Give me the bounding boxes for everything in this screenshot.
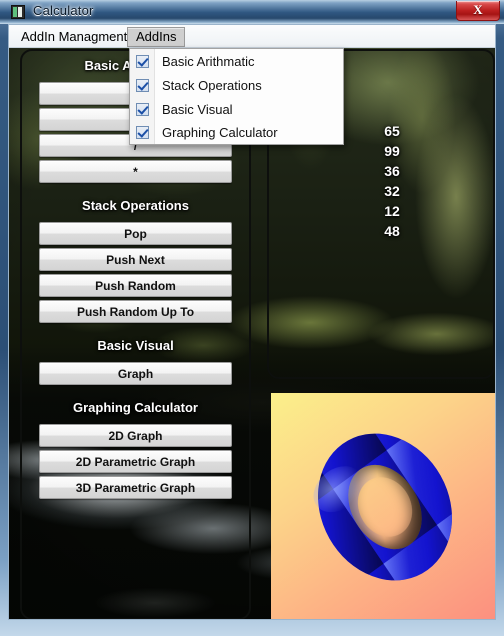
application-window: Calculator X Basic / * Stack Operations … [0, 0, 504, 636]
3d-torus-render-panel [271, 393, 495, 619]
button-2d-graph[interactable]: 2D Graph [39, 424, 232, 447]
section-heading-graphing-calculator: Graphing Calculator [73, 400, 198, 415]
window-frame: Calculator X Basic / * Stack Operations … [0, 0, 504, 636]
menu-item-basic-visual[interactable]: Basic Visual [130, 98, 343, 122]
checkbox-checked-icon[interactable] [136, 126, 149, 139]
stack-value: 36 [384, 163, 400, 179]
button-push-next[interactable]: Push Next [39, 248, 232, 271]
section-heading-stack-operations: Stack Operations [82, 198, 189, 213]
stack-value: 12 [384, 203, 400, 219]
button-graph[interactable]: Graph [39, 362, 232, 385]
app-icon [11, 5, 25, 19]
menu-item-graphing-calculator[interactable]: Graphing Calculator [130, 121, 343, 145]
button-3d-parametric-graph[interactable]: 3D Parametric Graph [39, 476, 232, 499]
checkbox-checked-icon[interactable] [136, 79, 149, 92]
torus-shape [281, 399, 489, 614]
stack-value: 99 [384, 143, 400, 159]
button-push-random-up-to[interactable]: Push Random Up To [39, 300, 232, 323]
menu-item-stack-operations[interactable]: Stack Operations [130, 74, 343, 98]
stack-value: 48 [384, 223, 400, 239]
button-2d-parametric-graph[interactable]: 2D Parametric Graph [39, 450, 232, 473]
section-heading-basic-visual: Basic Visual [97, 338, 174, 353]
menu-addin-managment[interactable]: AddIn Managment [13, 27, 135, 47]
addins-dropdown-menu: Basic Arithmatic Stack Operations Basic … [129, 48, 344, 145]
menu-item-label: Graphing Calculator [162, 125, 278, 140]
button-multiply[interactable]: * [39, 160, 232, 183]
menu-bar: AddIn Managment AddIns [9, 25, 495, 48]
menu-item-label: Stack Operations [162, 78, 262, 93]
button-pop[interactable]: Pop [39, 222, 232, 245]
stack-values-list: 65 99 36 32 12 48 [371, 121, 413, 241]
menu-item-label: Basic Arithmatic [162, 54, 255, 69]
window-title: Calculator [33, 3, 94, 18]
close-button[interactable]: X [456, 1, 500, 21]
client-area: Basic Arithmatic + - / * Stack Operation… [8, 24, 496, 620]
stack-value: 65 [384, 123, 400, 139]
title-bar[interactable]: Calculator X [0, 0, 504, 24]
checkbox-checked-icon[interactable] [136, 55, 149, 68]
stack-value: 32 [384, 183, 400, 199]
menu-item-basic-arithmatic[interactable]: Basic Arithmatic [130, 50, 343, 74]
close-icon: X [473, 2, 483, 17]
menu-addins[interactable]: AddIns [127, 27, 186, 47]
menu-item-label: Basic Visual [162, 102, 233, 117]
button-push-random[interactable]: Push Random [39, 274, 232, 297]
checkbox-checked-icon[interactable] [136, 103, 149, 116]
